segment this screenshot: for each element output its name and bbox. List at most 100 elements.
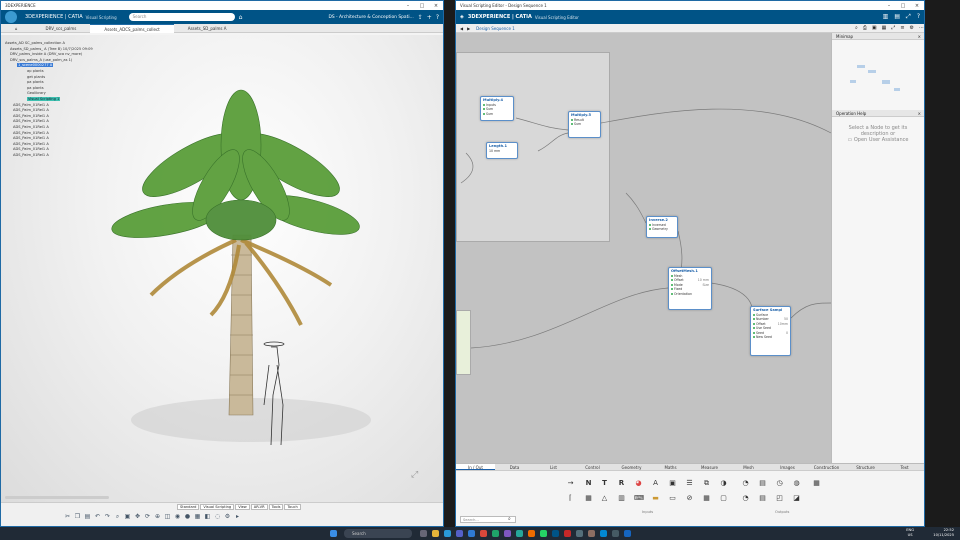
tab-tools[interactable]: Tools [268,504,284,510]
app-icon[interactable] [492,530,499,537]
node-multiply-5[interactable]: Multiply.5 Result Sum [568,111,601,138]
node-canvas[interactable]: Multiply.4 Inputs Sum Sum Multiply.5 Res… [456,33,831,463]
more-icon[interactable]: ▸ [233,512,242,521]
snapshot-icon[interactable]: ▣ [872,25,877,31]
tab-doc-1[interactable]: DRV_scs_palms [32,24,91,33]
layers-icon[interactable]: ◧ [203,512,212,521]
app-icon[interactable] [624,530,631,537]
tab-control[interactable]: Control [573,464,612,470]
close-icon[interactable]: × [918,110,921,117]
maximize-icon[interactable]: □ [415,3,429,9]
table-icon[interactable]: ▦ [812,479,821,488]
image-icon[interactable]: ▣ [668,479,677,488]
matrix-icon[interactable]: ▦ [702,494,711,503]
globe-icon[interactable]: ◍ [792,479,801,488]
hide-icon[interactable]: ◌ [213,512,222,521]
add-icon[interactable]: + [427,14,432,21]
expand-icon[interactable]: ⤢ [906,13,911,21]
app-icon[interactable] [588,530,595,537]
breadcrumb-link[interactable]: Design Sequence 1 [476,26,515,31]
search-input[interactable]: Search [128,13,235,21]
app-icon[interactable] [504,530,511,537]
real-icon[interactable]: R [617,479,626,488]
file-icon[interactable]: ▥ [617,494,626,503]
close-icon[interactable]: × [918,33,921,40]
teams-icon[interactable] [456,530,463,537]
node-inverse-2[interactable]: Inverse.2 Inversed Geometry [646,216,678,238]
zoom-fit-icon[interactable]: ⤢ [891,25,895,31]
render-icon[interactable]: ◪ [792,494,801,503]
maximize-icon[interactable]: □ [896,3,910,9]
cut-icon[interactable]: ✂ [63,512,72,521]
number-icon[interactable]: N [584,479,593,488]
export-icon[interactable]: ▤ [758,494,767,503]
node-multiply-4[interactable]: Multiply.4 Inputs Sum Sum [480,96,514,121]
app-icon[interactable] [516,530,523,537]
undo-icon[interactable]: ↶ [93,512,102,521]
rotate-icon[interactable]: ⟳ [143,512,152,521]
tag-icon[interactable]: ⌂ [239,14,243,21]
whatsapp-icon[interactable] [540,530,547,537]
zoom-in-icon[interactable]: ⊕ [153,512,162,521]
link-icon[interactable]: ⊘ [685,494,694,503]
3d-viewport[interactable]: Assets_AD SC_palms_collection A Assets_S… [1,35,443,502]
close-icon[interactable]: × [429,3,443,9]
search-icon[interactable]: ⌕ [855,25,858,31]
share-icon[interactable]: ⇪ [418,14,423,21]
app-icon[interactable] [612,530,619,537]
tab-standard[interactable]: Standard [177,504,200,510]
screen-icon[interactable]: ▭ [668,494,677,503]
minimize-icon[interactable]: – [882,3,896,9]
app-icon[interactable] [600,530,607,537]
tab-doc-3[interactable]: Assets_SD_palms A [174,24,241,33]
minimize-icon[interactable]: – [401,3,415,9]
contrast-icon[interactable]: ◑ [719,479,728,488]
input-arrow-icon[interactable]: → [566,479,575,488]
print-icon[interactable]: ⎙ [863,25,867,31]
redo-icon[interactable]: ↷ [103,512,112,521]
taskview-icon[interactable] [420,530,427,537]
layout-icon[interactable]: ▥ [883,13,889,21]
color-icon[interactable]: ◕ [634,479,643,488]
forward-icon[interactable]: ▶ [467,26,470,31]
grid-icon[interactable]: ▦ [584,494,593,503]
compass-widget[interactable]: ⤢ [411,470,418,480]
keyboard-icon[interactable]: ⌨ [634,494,644,503]
zoom-icon[interactable]: ⌕ [113,512,122,521]
group-icon[interactable]: ⧉ [702,479,711,488]
window-icon[interactable]: ▢ [719,494,728,503]
back-icon[interactable]: ◀ [460,26,463,31]
tab-in-out[interactable]: In / Out [456,464,495,470]
node-length-1[interactable]: Length.1 10 mm [486,142,518,159]
close-icon[interactable]: × [910,3,924,9]
tab-view[interactable]: View [235,504,250,510]
home-icon[interactable]: ⌂ [1,24,32,33]
paste-icon[interactable]: ▤ [83,512,92,521]
tab-list[interactable]: List [534,464,573,470]
3dexperience-icon[interactable] [552,530,559,537]
search-icon[interactable]: ⌕ [508,516,511,522]
node-surface-sampling[interactable]: Surface Sampl Surface Number 50 Offset 10m… [750,306,791,356]
panels-icon[interactable]: ▤ [894,13,900,21]
app-icon[interactable] [564,530,571,537]
tab-measure[interactable]: Measure [690,464,729,470]
output-icon[interactable]: ▤ [758,479,767,488]
triangle-icon[interactable]: △ [600,494,609,503]
layout-icon[interactable]: ▦ [882,25,887,31]
list-icon[interactable]: ☰ [685,479,694,488]
camera-icon[interactable]: ◰ [775,494,784,503]
sphere-icon[interactable]: ● [183,512,192,521]
files-icon[interactable] [432,530,439,537]
more-icon[interactable]: ⋯ [919,25,924,31]
start-icon[interactable] [330,530,337,537]
tab-ar-vr[interactable]: AR-VR [250,504,268,510]
fit-icon[interactable]: ▣ [123,512,132,521]
grid-icon[interactable]: ▦ [193,512,202,521]
rss-icon[interactable]: ◔ [741,479,750,488]
view-icon[interactable]: ◫ [163,512,172,521]
minimap[interactable] [832,40,924,110]
align-icon[interactable]: ≡ [900,25,904,31]
tab-construction[interactable]: Construction [807,464,846,470]
node-value[interactable]: 10 mm [487,149,517,153]
tab-maths[interactable]: Maths [651,464,690,470]
